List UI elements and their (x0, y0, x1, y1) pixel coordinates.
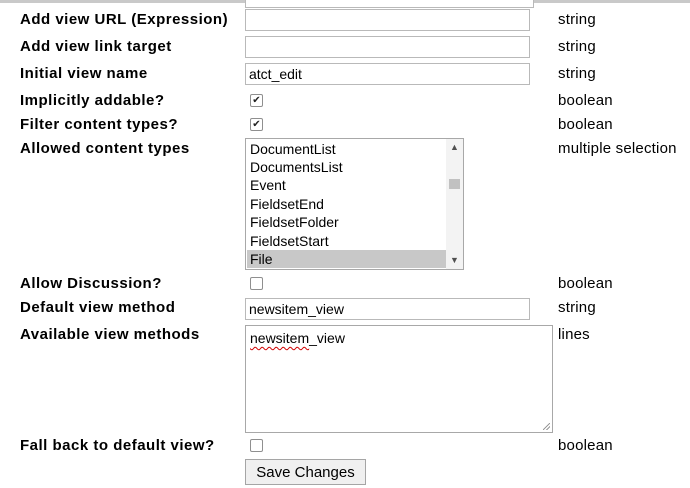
type-available-view-methods: lines (558, 326, 590, 343)
scrollbar-thumb[interactable] (449, 179, 460, 189)
listbox-option-selected[interactable]: File (247, 250, 446, 268)
label-filter-content-types: Filter content types? (20, 116, 179, 133)
allow-discussion-checkbox[interactable] (250, 277, 263, 290)
scroll-up-arrow-icon[interactable]: ▲ (446, 139, 463, 156)
type-allow-discussion: boolean (558, 275, 613, 292)
type-add-view-link-target: string (558, 38, 596, 55)
listbox-option[interactable]: FieldsetStart (247, 232, 446, 250)
add-view-link-target-input[interactable] (245, 36, 530, 58)
listbox-option[interactable]: FieldsetFolder (247, 213, 446, 231)
label-allow-discussion: Allow Discussion? (20, 275, 162, 292)
initial-view-name-input[interactable] (245, 63, 530, 85)
label-add-view-link-target: Add view link target (20, 38, 172, 55)
listbox-scrollbar[interactable]: ▲ ▼ (446, 139, 463, 269)
default-view-method-input[interactable] (245, 298, 530, 320)
label-implicitly-addable: Implicitly addable? (20, 92, 165, 109)
type-allowed-content-types: multiple selection (558, 140, 677, 157)
label-available-view-methods: Available view methods (20, 326, 200, 343)
available-view-methods-textarea[interactable]: newsitem_view (245, 325, 553, 433)
label-default-view-method: Default view method (20, 299, 176, 316)
scroll-down-arrow-icon[interactable]: ▼ (446, 252, 463, 269)
misspelled-word: newsitem (250, 330, 310, 346)
label-fall-back-default-view: Fall back to default view? (20, 437, 215, 454)
filter-content-types-checkbox[interactable]: ✔ (250, 118, 263, 131)
type-fall-back-default-view: boolean (558, 437, 613, 454)
type-implicitly-addable: boolean (558, 92, 613, 109)
type-initial-view-name: string (558, 65, 596, 82)
allowed-content-types-listbox[interactable]: DocumentList DocumentsList Event Fieldse… (245, 138, 464, 270)
label-allowed-content-types: Allowed content types (20, 140, 190, 157)
textarea-text: _view (309, 330, 345, 346)
type-add-view-url: string (558, 11, 596, 28)
type-filter-content-types: boolean (558, 116, 613, 133)
implicitly-addable-checkbox[interactable]: ✔ (250, 94, 263, 107)
save-changes-button[interactable]: Save Changes (245, 459, 366, 485)
label-initial-view-name: Initial view name (20, 65, 148, 82)
listbox-option[interactable]: FieldsetEnd (247, 195, 446, 213)
fall-back-default-view-checkbox[interactable] (250, 439, 263, 452)
add-view-url-input[interactable] (245, 9, 530, 31)
listbox-option[interactable]: DocumentList (247, 140, 446, 158)
type-default-view-method: string (558, 299, 596, 316)
listbox-option[interactable]: Event (247, 176, 446, 194)
listbox-option[interactable]: DocumentsList (247, 158, 446, 176)
label-add-view-url: Add view URL (Expression) (20, 11, 229, 28)
previous-field-edge (245, 0, 534, 8)
resize-grip-icon[interactable] (543, 423, 550, 430)
